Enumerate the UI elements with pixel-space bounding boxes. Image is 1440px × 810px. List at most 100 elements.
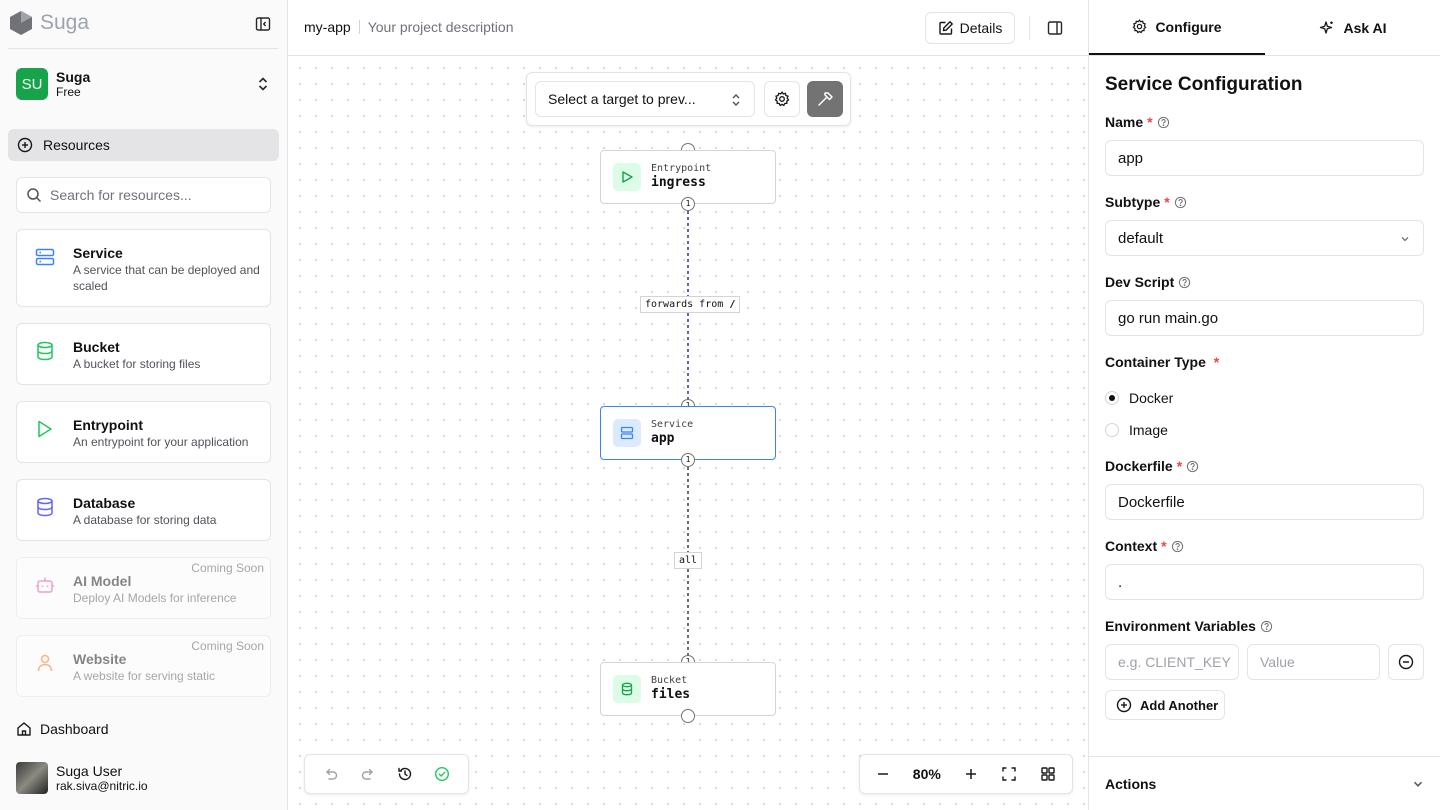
help-icon[interactable] <box>1171 540 1184 553</box>
field-label-container-type: Container Type * <box>1105 354 1425 370</box>
zoom-in-icon[interactable] <box>964 767 978 781</box>
help-icon[interactable] <box>1260 620 1273 633</box>
remove-env-button[interactable] <box>1388 644 1424 680</box>
history-icon[interactable] <box>397 766 413 782</box>
user-icon <box>37 654 53 672</box>
search-input[interactable] <box>50 187 250 203</box>
org-name: Suga <box>56 68 91 85</box>
target-settings-button[interactable] <box>764 81 800 117</box>
resource-card-website: Coming Soon Website A website for serving… <box>16 635 271 697</box>
canvas[interactable]: Select a target to prev... Entrypoint in… <box>288 56 1088 810</box>
logo-text: Suga <box>40 11 90 34</box>
tab-ask-ai[interactable]: Ask AI <box>1265 0 1440 55</box>
resource-name: AI Model <box>73 573 132 589</box>
radio-image[interactable]: Image <box>1105 422 1425 438</box>
divider <box>358 20 360 34</box>
node-type: Entrypoint <box>651 163 712 174</box>
resource-name: Database <box>73 495 136 511</box>
project-name[interactable]: my-app <box>304 19 351 35</box>
search-icon <box>27 188 42 203</box>
sparkles-icon <box>1320 20 1334 34</box>
field-label-subtype: Subtype * <box>1105 194 1425 210</box>
resource-card-bucket[interactable]: Bucket A bucket for storing files <box>16 323 271 385</box>
tab-label: Ask AI <box>1343 19 1387 36</box>
node-files[interactable]: Bucket files <box>600 662 776 716</box>
toggle-panel-icon[interactable] <box>1047 20 1063 41</box>
resources-button[interactable]: Resources <box>8 129 279 161</box>
tab-configure[interactable]: Configure <box>1089 0 1265 55</box>
topbar: my-app Your project description Details <box>288 0 1088 56</box>
user-menu[interactable]: Suga User rak.siva@nitric.io <box>16 762 148 794</box>
required-marker: * <box>1147 114 1153 130</box>
resource-card-service[interactable]: Service A service that can be deployed an… <box>16 229 271 307</box>
resource-name: Entrypoint <box>73 417 143 433</box>
edge-badge: 1 <box>681 453 695 467</box>
fit-view-icon[interactable] <box>1001 766 1017 782</box>
edit-icon <box>938 21 953 35</box>
radio-dot[interactable] <box>1105 423 1119 437</box>
label-text: Environment Variables <box>1105 618 1256 634</box>
node-app[interactable]: Service app <box>600 406 776 460</box>
check-circle-icon[interactable] <box>434 766 450 782</box>
resources-label: Resources <box>43 137 110 153</box>
dashboard-label: Dashboard <box>40 721 109 737</box>
help-icon[interactable] <box>1186 460 1199 473</box>
edge-badge: 1 <box>681 197 695 211</box>
env-key-input[interactable]: e.g. CLIENT_KEY <box>1105 644 1239 680</box>
project-description[interactable]: Your project description <box>368 19 514 35</box>
resource-name: Service <box>73 245 123 261</box>
label-text: Subtype <box>1105 194 1161 210</box>
collapse-sidebar-icon[interactable] <box>255 16 271 37</box>
resource-card-database[interactable]: Database A database for storing data <box>16 479 271 541</box>
env-value-input[interactable]: Value <box>1247 644 1380 680</box>
dockerfile-input[interactable]: Dockerfile <box>1105 484 1424 520</box>
chevrons-up-down-icon[interactable] <box>256 76 270 97</box>
logo[interactable]: Suga <box>8 10 89 36</box>
redo-icon[interactable] <box>360 766 376 782</box>
resource-search[interactable] <box>16 177 271 213</box>
zoom-level: 80% <box>912 766 941 782</box>
undo-icon[interactable] <box>323 766 339 782</box>
name-input[interactable]: app <box>1105 140 1424 176</box>
edge-label-all: all <box>674 552 703 569</box>
node-ingress[interactable]: Entrypoint ingress <box>600 150 776 204</box>
hammer-icon <box>818 92 833 106</box>
plus-circle-icon <box>1116 697 1132 713</box>
node-type: Bucket <box>651 675 688 686</box>
required-marker: * <box>1209 354 1220 370</box>
user-name: Suga User <box>56 762 123 779</box>
dev-script-input[interactable]: go run main.go <box>1105 300 1424 336</box>
help-icon[interactable] <box>1157 116 1170 129</box>
required-marker: * <box>1176 458 1183 474</box>
actions-section[interactable]: Actions <box>1089 756 1440 810</box>
database-icon <box>37 497 53 517</box>
resource-card-entrypoint[interactable]: Entrypoint An entrypoint for your applica… <box>16 401 271 463</box>
required-marker: * <box>1164 194 1170 210</box>
target-select[interactable]: Select a target to prev... <box>535 81 755 117</box>
radio-docker[interactable]: Docker <box>1105 390 1425 406</box>
add-env-button[interactable]: Add Another <box>1105 690 1225 720</box>
help-icon[interactable] <box>1174 196 1187 209</box>
help-icon[interactable] <box>1178 276 1191 289</box>
resource-desc: Deploy AI Models for inference <box>73 591 237 605</box>
actions-label: Actions <box>1105 775 1157 792</box>
resource-desc: A website for serving static <box>73 669 216 683</box>
chevrons-up-down-icon <box>732 94 740 106</box>
subtype-select[interactable]: default <box>1105 220 1424 256</box>
node-type: Service <box>651 419 694 430</box>
label-text: Dockerfile <box>1105 458 1173 474</box>
sidebar: Suga SU Suga Free Resources Service A ser… <box>0 0 288 810</box>
database-icon <box>37 341 53 361</box>
chevron-down-icon <box>1401 237 1409 242</box>
node-handle[interactable] <box>681 709 695 723</box>
zoom-out-icon[interactable] <box>876 767 890 781</box>
gear-icon <box>774 91 790 107</box>
resource-desc: A database for storing data <box>73 513 217 527</box>
context-input[interactable]: . <box>1105 564 1424 600</box>
details-button[interactable]: Details <box>925 12 1015 44</box>
radio-dot[interactable] <box>1105 391 1119 405</box>
org-switcher[interactable]: SU Suga Free <box>16 68 90 100</box>
grid-icon[interactable] <box>1040 766 1056 782</box>
build-button[interactable] <box>807 81 843 117</box>
dashboard-link[interactable]: Dashboard <box>16 721 109 737</box>
